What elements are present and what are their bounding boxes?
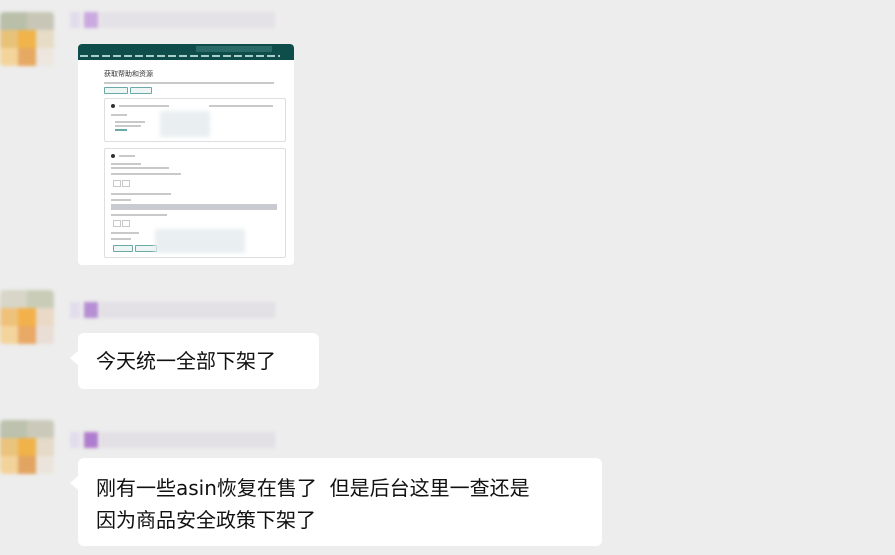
message-bubble[interactable]: 今天统一全部下架了 [70, 333, 319, 389]
message-text: 今天统一全部下架了 [96, 349, 276, 373]
screenshot-panel-bottom [104, 148, 286, 258]
message-text-line-1: 刚有一些asin恢复在售了 但是后台这里一查还是 [96, 476, 530, 500]
avatar[interactable] [0, 420, 54, 474]
shared-image[interactable]: 获取帮助和资源 [78, 44, 294, 265]
screenshot-page-title: 获取帮助和资源 [104, 70, 153, 78]
avatar[interactable] [0, 12, 54, 66]
sender-name [70, 302, 275, 318]
message-text-line-2: 因为商品安全政策下架了 [96, 508, 316, 532]
sender-name [70, 432, 275, 448]
sender-name [70, 12, 275, 28]
screenshot-nav-bar [78, 44, 294, 60]
avatar[interactable] [0, 290, 54, 344]
screenshot-panel-top [104, 98, 286, 142]
message-bubble[interactable]: 刚有一些asin恢复在售了 但是后台这里一查还是 因为商品安全政策下架了 [70, 458, 602, 546]
